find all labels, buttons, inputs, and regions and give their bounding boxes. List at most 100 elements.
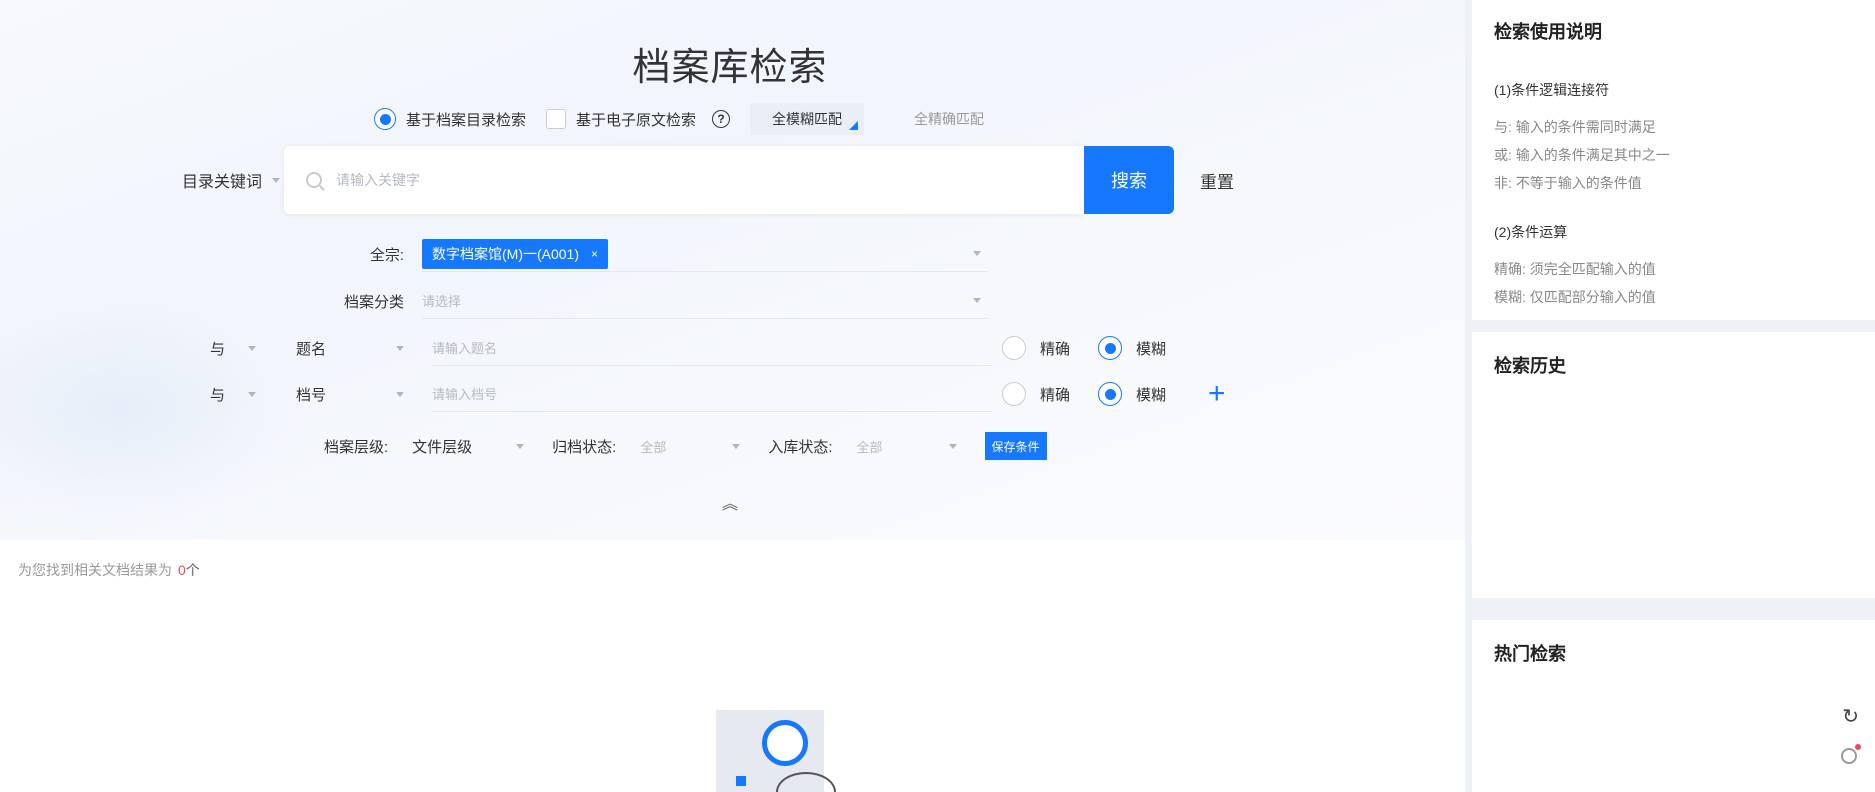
help-line: 与: 输入的条件需同时满足 (1494, 119, 1656, 135)
condition-value-input[interactable]: 请输入题名 (432, 330, 992, 366)
fuzzy-option[interactable]: 模糊 (1098, 336, 1166, 360)
history-card: 检索历史 (1472, 332, 1875, 598)
history-title: 检索历史 (1494, 356, 1566, 376)
notification-icon[interactable] (1841, 744, 1861, 764)
storage-status-select[interactable]: 全部 (857, 437, 957, 456)
keyword-field-label: 目录关键词 (182, 174, 263, 191)
level-value: 文件层级 (412, 438, 473, 456)
level-select[interactable]: 文件层级 (412, 436, 525, 457)
exact-option[interactable]: 精确 (1002, 382, 1070, 406)
archive-status-select[interactable]: 全部 (640, 437, 741, 456)
chevron-down-icon (396, 391, 404, 397)
condition-field-label: 档号 (296, 386, 327, 404)
condition-field-select[interactable]: 题名 (296, 338, 404, 359)
chevron-down-icon (272, 177, 281, 183)
fuzzy-radio[interactable] (1098, 382, 1123, 406)
chevron-down-icon (948, 443, 957, 449)
condition-field-select[interactable]: 档号 (296, 384, 404, 405)
keyword-field-select[interactable]: 目录关键词 (182, 168, 284, 192)
fulltext-search-checkbox[interactable] (546, 109, 567, 129)
category-placeholder: 请选择 (422, 294, 462, 309)
condition-logic-select[interactable]: 与 (210, 338, 256, 359)
exact-match-button[interactable]: 全精确匹配 (914, 109, 984, 129)
search-mode-row: 基于档案目录检索 基于电子原文检索 ? 全模糊匹配 全精确匹配 (374, 103, 984, 135)
fonds-row: 全宗: 数字档案馆(M)一(A001) × (330, 236, 987, 272)
fuzzy-match-button[interactable]: 全模糊匹配 (750, 103, 865, 135)
archive-status-label: 归档状态: (552, 438, 617, 456)
fuzzy-label: 模糊 (1136, 386, 1167, 404)
condition-row-2: 与 档号 请输入档号 精确 模糊 + (210, 376, 1226, 412)
keyword-input[interactable] (336, 172, 936, 188)
fonds-select[interactable]: 数字档案馆(M)一(A001) × (422, 236, 987, 272)
exact-label: 精确 (1040, 340, 1071, 358)
result-count: 0 (178, 562, 186, 578)
condition-placeholder: 请输入档号 (432, 387, 498, 402)
chevron-down-icon (248, 345, 256, 351)
chevron-down-icon (732, 443, 741, 449)
close-icon[interactable]: × (591, 247, 598, 261)
help-line: 精确: 须完全匹配输入的值 (1494, 261, 1656, 277)
fuzzy-option[interactable]: 模糊 (1098, 382, 1166, 406)
condition-field-label: 题名 (296, 340, 327, 358)
search-button[interactable]: 搜索 (1084, 146, 1174, 214)
category-label: 档案分类 (343, 293, 404, 311)
result-prefix: 为您找到相关文档结果为 (18, 562, 172, 578)
fuzzy-match-label: 全模糊匹配 (772, 111, 843, 127)
storage-status-value: 全部 (856, 439, 883, 455)
archive-status-value: 全部 (640, 439, 667, 455)
search-icon (306, 172, 322, 188)
help-line: 非: 不等于输入的条件值 (1494, 175, 1642, 191)
main-area: 档案库检索 基于档案目录检索 基于电子原文检索 ? 全模糊匹配 全精确匹配 目录… (0, 0, 1465, 792)
chevron-down-icon (248, 391, 256, 397)
condition-placeholder: 请输入题名 (432, 341, 498, 356)
storage-status-label: 入库状态: (768, 438, 833, 456)
chevron-down-icon (973, 298, 981, 303)
double-chevron-up-icon[interactable]: ︽ (722, 490, 738, 514)
exact-radio[interactable] (1002, 382, 1026, 406)
keyword-input-box (284, 146, 1084, 214)
fulltext-search-label[interactable]: 基于电子原文检索 (576, 109, 696, 130)
condition-value-input[interactable]: 请输入档号 (432, 376, 992, 412)
help-card: 检索使用说明 (1)条件逻辑连接符 与: 输入的条件需同时满足 或: 输入的条件… (1472, 0, 1875, 320)
fuzzy-radio[interactable] (1098, 336, 1123, 360)
level-label: 档案层级: (324, 438, 389, 456)
fuzzy-label: 模糊 (1136, 340, 1167, 358)
reset-button[interactable]: 重置 (1200, 168, 1234, 193)
condition-logic-label: 与 (210, 340, 226, 358)
chevron-down-icon (516, 443, 525, 449)
exact-radio[interactable] (1002, 336, 1026, 360)
category-select[interactable]: 请选择 (422, 283, 987, 319)
illustration-arc (776, 772, 836, 792)
hot-search-card: 热门检索 ↻ (1472, 620, 1875, 792)
search-panel: 档案库检索 基于档案目录检索 基于电子原文检索 ? 全模糊匹配 全精确匹配 目录… (0, 0, 1465, 540)
catalog-search-radio[interactable] (374, 108, 396, 130)
condition-logic-select[interactable]: 与 (210, 384, 256, 405)
help-section-2: (2)条件运算 (1494, 224, 1568, 240)
illustration-dot (736, 776, 746, 786)
question-circle-icon[interactable]: ? (712, 110, 731, 128)
help-line: 或: 输入的条件满足其中之一 (1494, 147, 1670, 163)
catalog-search-label[interactable]: 基于档案目录检索 (406, 109, 526, 130)
empty-search-illustration (716, 710, 836, 792)
filters-row: 档案层级: 文件层级 归档状态: 全部 入库状态: 全部 保存条件 (324, 432, 1047, 460)
help-title: 检索使用说明 (1494, 22, 1602, 42)
page-title: 档案库检索 (632, 47, 828, 89)
help-line: 模糊: 仅匹配部分输入的值 (1494, 289, 1656, 305)
fonds-tag-label: 数字档案馆(M)一(A001) (432, 245, 580, 262)
result-summary: 为您找到相关文档结果为 0个 (18, 560, 200, 580)
keyword-row: 目录关键词 搜索 重置 (182, 146, 1234, 214)
selected-corner-icon (849, 121, 859, 130)
condition-logic-label: 与 (210, 386, 226, 404)
plus-icon[interactable]: + (1208, 379, 1226, 409)
fonds-label: 全宗: (369, 246, 404, 264)
fonds-tag: 数字档案馆(M)一(A001) × (422, 238, 609, 269)
hot-search-title: 热门检索 (1494, 644, 1566, 664)
magnifier-icon (762, 720, 808, 766)
chevron-down-icon (396, 345, 404, 351)
exact-option[interactable]: 精确 (1002, 336, 1070, 360)
chevron-down-icon (973, 251, 981, 256)
save-conditions-button[interactable]: 保存条件 (984, 432, 1047, 460)
result-unit: 个 (185, 562, 200, 578)
exact-label: 精确 (1040, 386, 1071, 404)
refresh-icon[interactable]: ↻ (1842, 704, 1859, 729)
